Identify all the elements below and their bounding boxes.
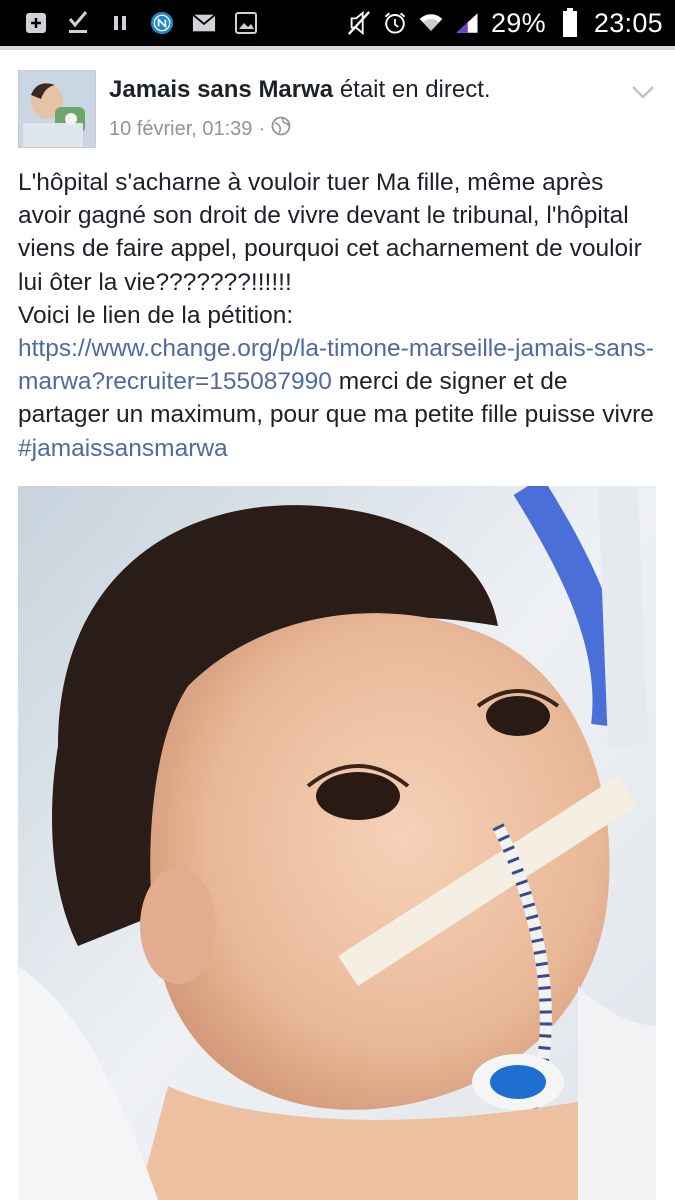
status-bar: 29% 23:05 [0, 0, 675, 46]
nfc-icon [150, 11, 174, 35]
checkmark-download-icon [66, 11, 90, 35]
alarm-icon [383, 11, 407, 35]
add-box-icon [24, 11, 48, 35]
chevron-down-icon[interactable] [630, 82, 656, 102]
petition-intro: Voici le lien de la pétition: [18, 301, 294, 329]
post-date[interactable]: 10 février, 01:39 [109, 118, 252, 141]
author-action: était en direct. [339, 76, 491, 103]
battery-icon [558, 8, 582, 37]
wifi-icon [419, 11, 443, 35]
post-body: L'hôpital s'acharne à vouloir tuer Ma fi… [18, 166, 658, 465]
mail-icon [192, 11, 216, 35]
author-avatar[interactable] [18, 70, 96, 148]
header-divider [0, 46, 675, 50]
post-meta: 10 février, 01:39 · [109, 116, 291, 142]
author-line: Jamais sans Marwa était en direct. [109, 76, 491, 104]
globe-icon [271, 116, 291, 142]
post-body-text: L'hôpital s'acharne à vouloir tuer Ma fi… [18, 169, 642, 296]
pause-icon [108, 11, 132, 35]
mute-icon [347, 10, 371, 36]
hashtag-link[interactable]: #jamaissansmarwa [18, 435, 228, 462]
battery-percentage: 29% [490, 7, 546, 38]
author-name[interactable]: Jamais sans Marwa [109, 76, 333, 103]
signal-icon [455, 11, 479, 35]
meta-dot: · [258, 117, 266, 140]
post-header: Jamais sans Marwa était en direct. 10 fé… [18, 68, 658, 148]
clock: 23:05 [593, 7, 663, 38]
image-icon [234, 11, 258, 35]
post-photo[interactable] [18, 486, 656, 1200]
